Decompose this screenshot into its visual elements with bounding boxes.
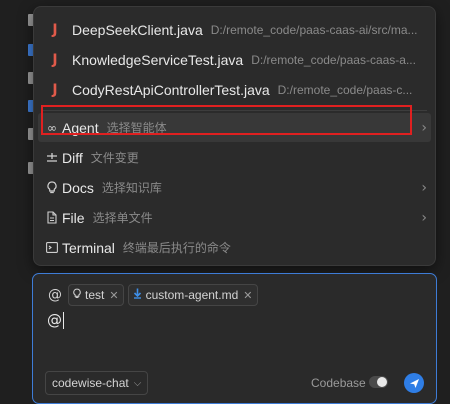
file-path: D:/remote_code/paas-c... — [277, 82, 413, 97]
download-file-icon — [133, 288, 142, 302]
file-path: D:/remote_code/paas-caas-a... — [251, 52, 416, 67]
menu-item-label: File — [62, 209, 85, 226]
chevron-right-icon: › — [421, 119, 427, 136]
file-path: D:/remote_code/paas-caas-ai/src/ma... — [210, 22, 418, 37]
menu-item-description: 选择知识库 — [101, 181, 162, 195]
menu-item-file[interactable]: File 选择单文件 › — [38, 203, 431, 232]
file-name: CodyRestApiControllerTest.java — [72, 81, 270, 98]
chat-input-box: @ test ✕ custom-agent.md ✕ @ codewise-ch… — [32, 273, 437, 404]
context-chip[interactable]: test ✕ — [68, 284, 124, 306]
menu-item-agent[interactable]: ∞ Agent 选择智能体 › — [38, 113, 431, 142]
java-file-icon: J — [52, 21, 58, 38]
menu-item-label: Terminal — [62, 239, 115, 256]
send-button[interactable] — [404, 373, 424, 393]
chevron-right-icon: › — [421, 209, 427, 226]
recent-file-item[interactable]: J KnowledgeServiceTest.java D:/remote_co… — [34, 45, 429, 74]
menu-item-description: 文件变更 — [90, 151, 139, 165]
context-menu-popup: J DeepSeekClient.java D:/remote_code/paa… — [33, 6, 436, 266]
model-selector[interactable]: codewise-chat ⌵ — [45, 371, 149, 395]
menu-item-label: Agent — [62, 119, 99, 136]
menu-item-description: 选择单文件 — [92, 211, 153, 225]
menu-item-diff[interactable]: Diff 文件变更 — [38, 143, 431, 172]
chevron-down-icon: ⌵ — [133, 377, 142, 389]
menu-item-description: 选择智能体 — [106, 121, 167, 135]
diff-icon — [45, 152, 59, 164]
java-file-icon: J — [52, 51, 58, 68]
recent-file-item[interactable]: J DeepSeekClient.java D:/remote_code/paa… — [34, 15, 429, 44]
close-icon[interactable]: ✕ — [243, 289, 252, 302]
menu-item-label: Diff — [62, 149, 83, 166]
app-root: J DeepSeekClient.java D:/remote_code/paa… — [0, 0, 450, 404]
java-file-icon: J — [52, 81, 58, 98]
close-icon[interactable]: ✕ — [109, 289, 118, 302]
context-chip[interactable]: custom-agent.md ✕ — [127, 284, 258, 306]
context-chips-row: @ test ✕ custom-agent.md ✕ — [46, 284, 258, 306]
add-context-button[interactable]: @ — [46, 285, 64, 305]
chevron-right-icon: › — [421, 179, 427, 196]
bulb-icon — [45, 181, 59, 194]
terminal-icon — [45, 242, 59, 253]
codebase-toggle[interactable] — [369, 376, 388, 388]
recent-file-item[interactable]: J CodyRestApiControllerTest.java D:/remo… — [34, 75, 429, 104]
infinity-icon: ∞ — [47, 120, 57, 135]
chat-input[interactable]: @ — [47, 311, 64, 329]
context-chip-label: test — [85, 288, 105, 302]
menu-divider — [42, 110, 427, 111]
send-icon — [409, 378, 419, 388]
text-caret — [63, 311, 64, 329]
file-icon — [45, 211, 59, 224]
file-name: DeepSeekClient.java — [72, 21, 203, 38]
menu-item-docs[interactable]: Docs 选择知识库 › — [38, 173, 431, 202]
codebase-label: Codebase — [311, 376, 366, 390]
toggle-knob — [377, 377, 387, 387]
model-selector-value: codewise-chat — [52, 376, 129, 390]
menu-item-label: Docs — [62, 179, 94, 196]
chat-input-value: @ — [47, 311, 62, 329]
context-chip-label: custom-agent.md — [145, 288, 239, 302]
menu-item-terminal[interactable]: Terminal 终端最后执行的命令 — [38, 233, 431, 262]
bulb-icon — [73, 288, 81, 302]
menu-item-description: 终端最后执行的命令 — [122, 241, 231, 255]
file-name: KnowledgeServiceTest.java — [72, 51, 244, 68]
